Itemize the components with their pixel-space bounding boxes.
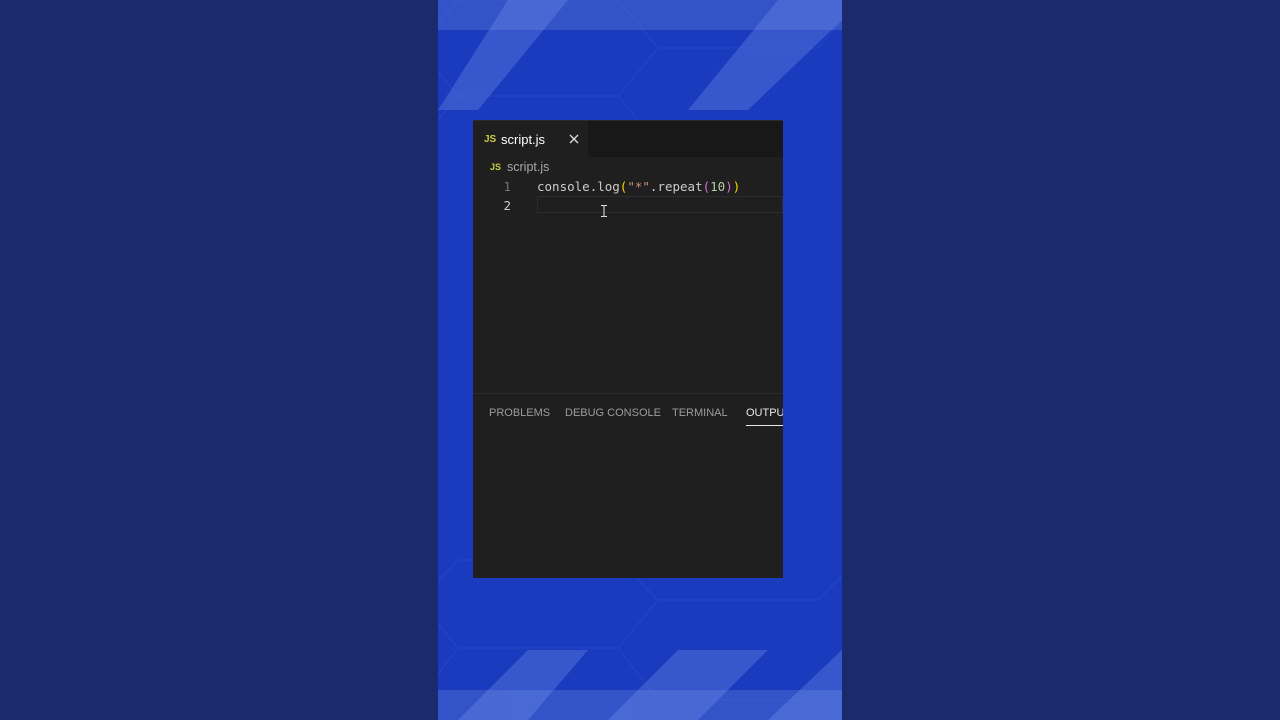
tab-label: script.js (501, 131, 546, 147)
token-string: "*" (627, 179, 650, 194)
token-number: 10 (710, 179, 726, 194)
background-right (842, 0, 1280, 720)
tab-problems[interactable]: PROBLEMS (489, 405, 550, 425)
token-identifier: console (537, 179, 590, 194)
tab-script-js[interactable]: JS script.js (473, 121, 588, 157)
code-line-1[interactable]: 1 console.log("*".repeat(10)) (473, 177, 783, 196)
editor-tab-strip: JS script.js (473, 120, 783, 157)
code-editor-window: JS script.js JS script.js 1 console.log(… (473, 120, 783, 578)
tab-debug-console[interactable]: DEBUG CONSOLE (565, 405, 661, 425)
token-paren: ) (725, 179, 733, 194)
token-paren: ) (732, 179, 741, 194)
code-area[interactable]: 1 console.log("*".repeat(10)) 2 (473, 176, 783, 392)
text-cursor-icon (601, 205, 607, 217)
line-number: 1 (503, 179, 511, 194)
tab-terminal[interactable]: TERMINAL (672, 405, 728, 425)
current-line-highlight (537, 196, 783, 213)
code-line-2[interactable]: 2 (473, 196, 783, 215)
breadcrumb[interactable]: JS script.js (490, 159, 549, 175)
token-paren: ( (702, 179, 711, 194)
line-number: 2 (503, 198, 511, 213)
bottom-panel: PROBLEMS DEBUG CONSOLE TERMINAL OUTPUT (473, 393, 783, 578)
token-identifier: repeat (657, 179, 703, 194)
token-identifier: log (597, 179, 620, 194)
breadcrumb-file-label[interactable]: script.js (507, 160, 549, 174)
tab-output[interactable]: OUTPUT (746, 405, 783, 426)
code-text[interactable]: console.log("*".repeat(10)) (537, 177, 740, 196)
js-file-icon: JS (490, 162, 502, 172)
close-icon[interactable] (567, 132, 581, 146)
js-file-icon: JS (484, 133, 497, 145)
background-left (0, 0, 438, 720)
